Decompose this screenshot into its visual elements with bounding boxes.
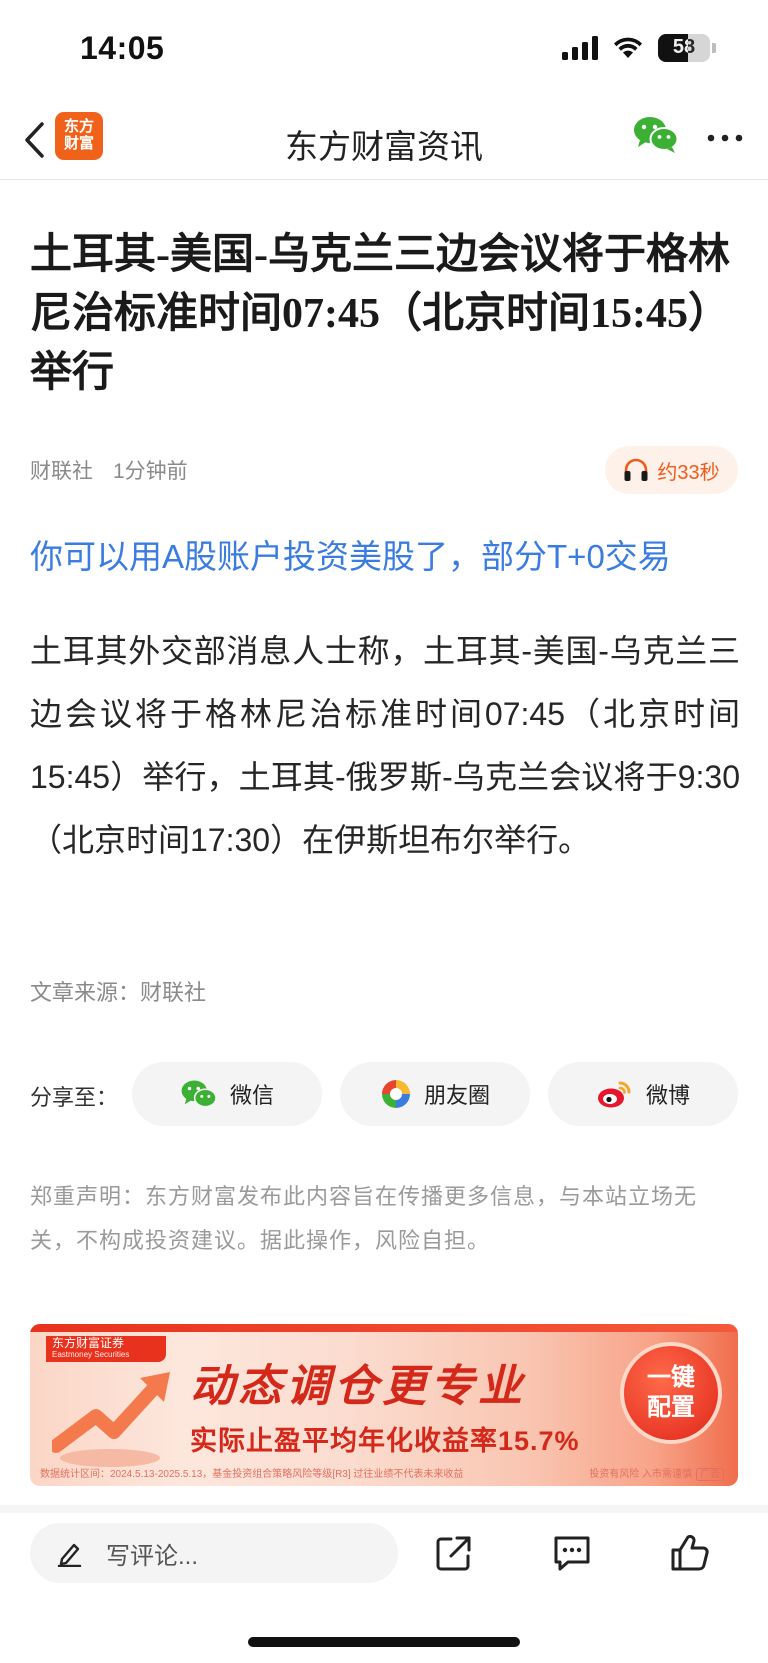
ad-cta-line2: 配置 — [647, 1394, 695, 1421]
wifi-icon — [614, 37, 642, 58]
status-bar: 14:05 58 — [0, 0, 768, 100]
weibo-icon — [597, 1081, 631, 1108]
ad-cta-line1: 一键 — [647, 1364, 695, 1391]
share-moments-button[interactable]: 朋友圈 — [340, 1062, 530, 1126]
ad-risk-text: 投资有风险 入市需谨慎 — [589, 1469, 692, 1480]
comment-input[interactable]: 写评论... — [30, 1523, 398, 1583]
headphones-icon — [624, 458, 648, 481]
share-wechat-button[interactable]: 微信 — [132, 1062, 322, 1126]
battery-tip — [712, 43, 716, 53]
wechat-share-button[interactable] — [632, 114, 680, 158]
promo-link[interactable]: 你可以用A股账户投资美股了，部分T+0交易 — [30, 530, 671, 578]
wechat-icon — [181, 1080, 217, 1108]
ad-brand-en: Eastmoney Securities — [52, 1350, 130, 1359]
bottom-bar: 写评论... — [0, 1513, 768, 1663]
article-time: 1分钟前 — [113, 460, 188, 483]
share-out-icon — [436, 1536, 471, 1571]
listen-audio-button[interactable]: 约33秒 — [605, 446, 738, 494]
wechat-icon — [634, 117, 679, 153]
disclaimer: 郑重声明：东方财富发布此内容旨在传播更多信息，与本站立场无关，不构成投资建议。据… — [30, 1175, 738, 1263]
trend-arrow-icon — [52, 1372, 170, 1467]
article-meta: 财联社 1分钟前 — [30, 455, 188, 485]
ad-footnote: 数据统计区间：2024.5.13-2025.5.13，基金投资组合策略风险等级[… — [40, 1469, 464, 1480]
comment-bubble-icon — [554, 1536, 590, 1571]
more-button[interactable] — [705, 120, 749, 156]
ad-headline: 动态调仓更专业 — [190, 1362, 526, 1411]
ad-subheadline: 实际止盈平均年化收益率15.7% — [190, 1426, 580, 1456]
share-label: 分享至： — [30, 1085, 119, 1110]
ad-risk-note: 投资有风险 入市需谨慎 广告 — [589, 1465, 724, 1481]
ad-cta-button[interactable]: 一键 配置 — [620, 1342, 722, 1444]
ad-top-strip — [30, 1324, 738, 1332]
article-body: 土耳其外交部消息人士称，土耳其-美国-乌克兰三边会议将于格林尼治标准时间07:4… — [30, 633, 740, 858]
article-source: 财联社 — [30, 460, 93, 483]
thumbs-up-icon — [671, 1534, 709, 1571]
battery-percent: 58 — [672, 36, 696, 58]
audio-duration: 约33秒 — [657, 461, 720, 484]
comments-button[interactable] — [548, 1531, 596, 1575]
like-button[interactable] — [666, 1531, 714, 1575]
more-dots-icon — [707, 134, 743, 142]
share-moments-label: 朋友圈 — [423, 1083, 490, 1108]
ad-tag: 广告 — [696, 1468, 724, 1481]
article-title: 土耳其-美国-乌克兰三边会议将于格林尼治标准时间07:45（北京时间15:45）… — [30, 232, 730, 396]
pencil-icon — [57, 1543, 82, 1567]
battery-icon: 58 — [658, 34, 710, 62]
share-wechat-label: 微信 — [229, 1083, 274, 1108]
disclaimer-label: 郑重声明： — [30, 1184, 146, 1209]
ad-banner[interactable]: 东方财富证券 Eastmoney Securities 动态调仓更专业 实际止盈… — [30, 1324, 738, 1486]
moments-icon — [381, 1080, 410, 1108]
share-weibo-label: 微博 — [645, 1083, 690, 1108]
share-weibo-button[interactable]: 微博 — [548, 1062, 738, 1126]
ad-brand-name: 东方财富证券 — [52, 1336, 125, 1350]
article-source-line: 文章来源：财联社 — [30, 980, 207, 1005]
status-time: 14:05 — [80, 30, 165, 66]
comment-placeholder: 写评论... — [106, 1542, 199, 1570]
home-indicator — [248, 1637, 520, 1647]
cellular-signal-icon — [562, 36, 598, 60]
ad-brand: 东方财富证券 Eastmoney Securities — [46, 1336, 166, 1362]
share-button[interactable] — [430, 1531, 478, 1575]
status-icons: 58 — [562, 34, 716, 62]
bottom-divider — [0, 1505, 768, 1513]
nav-bar: 东方 财富 东方财富资讯 — [0, 100, 768, 180]
